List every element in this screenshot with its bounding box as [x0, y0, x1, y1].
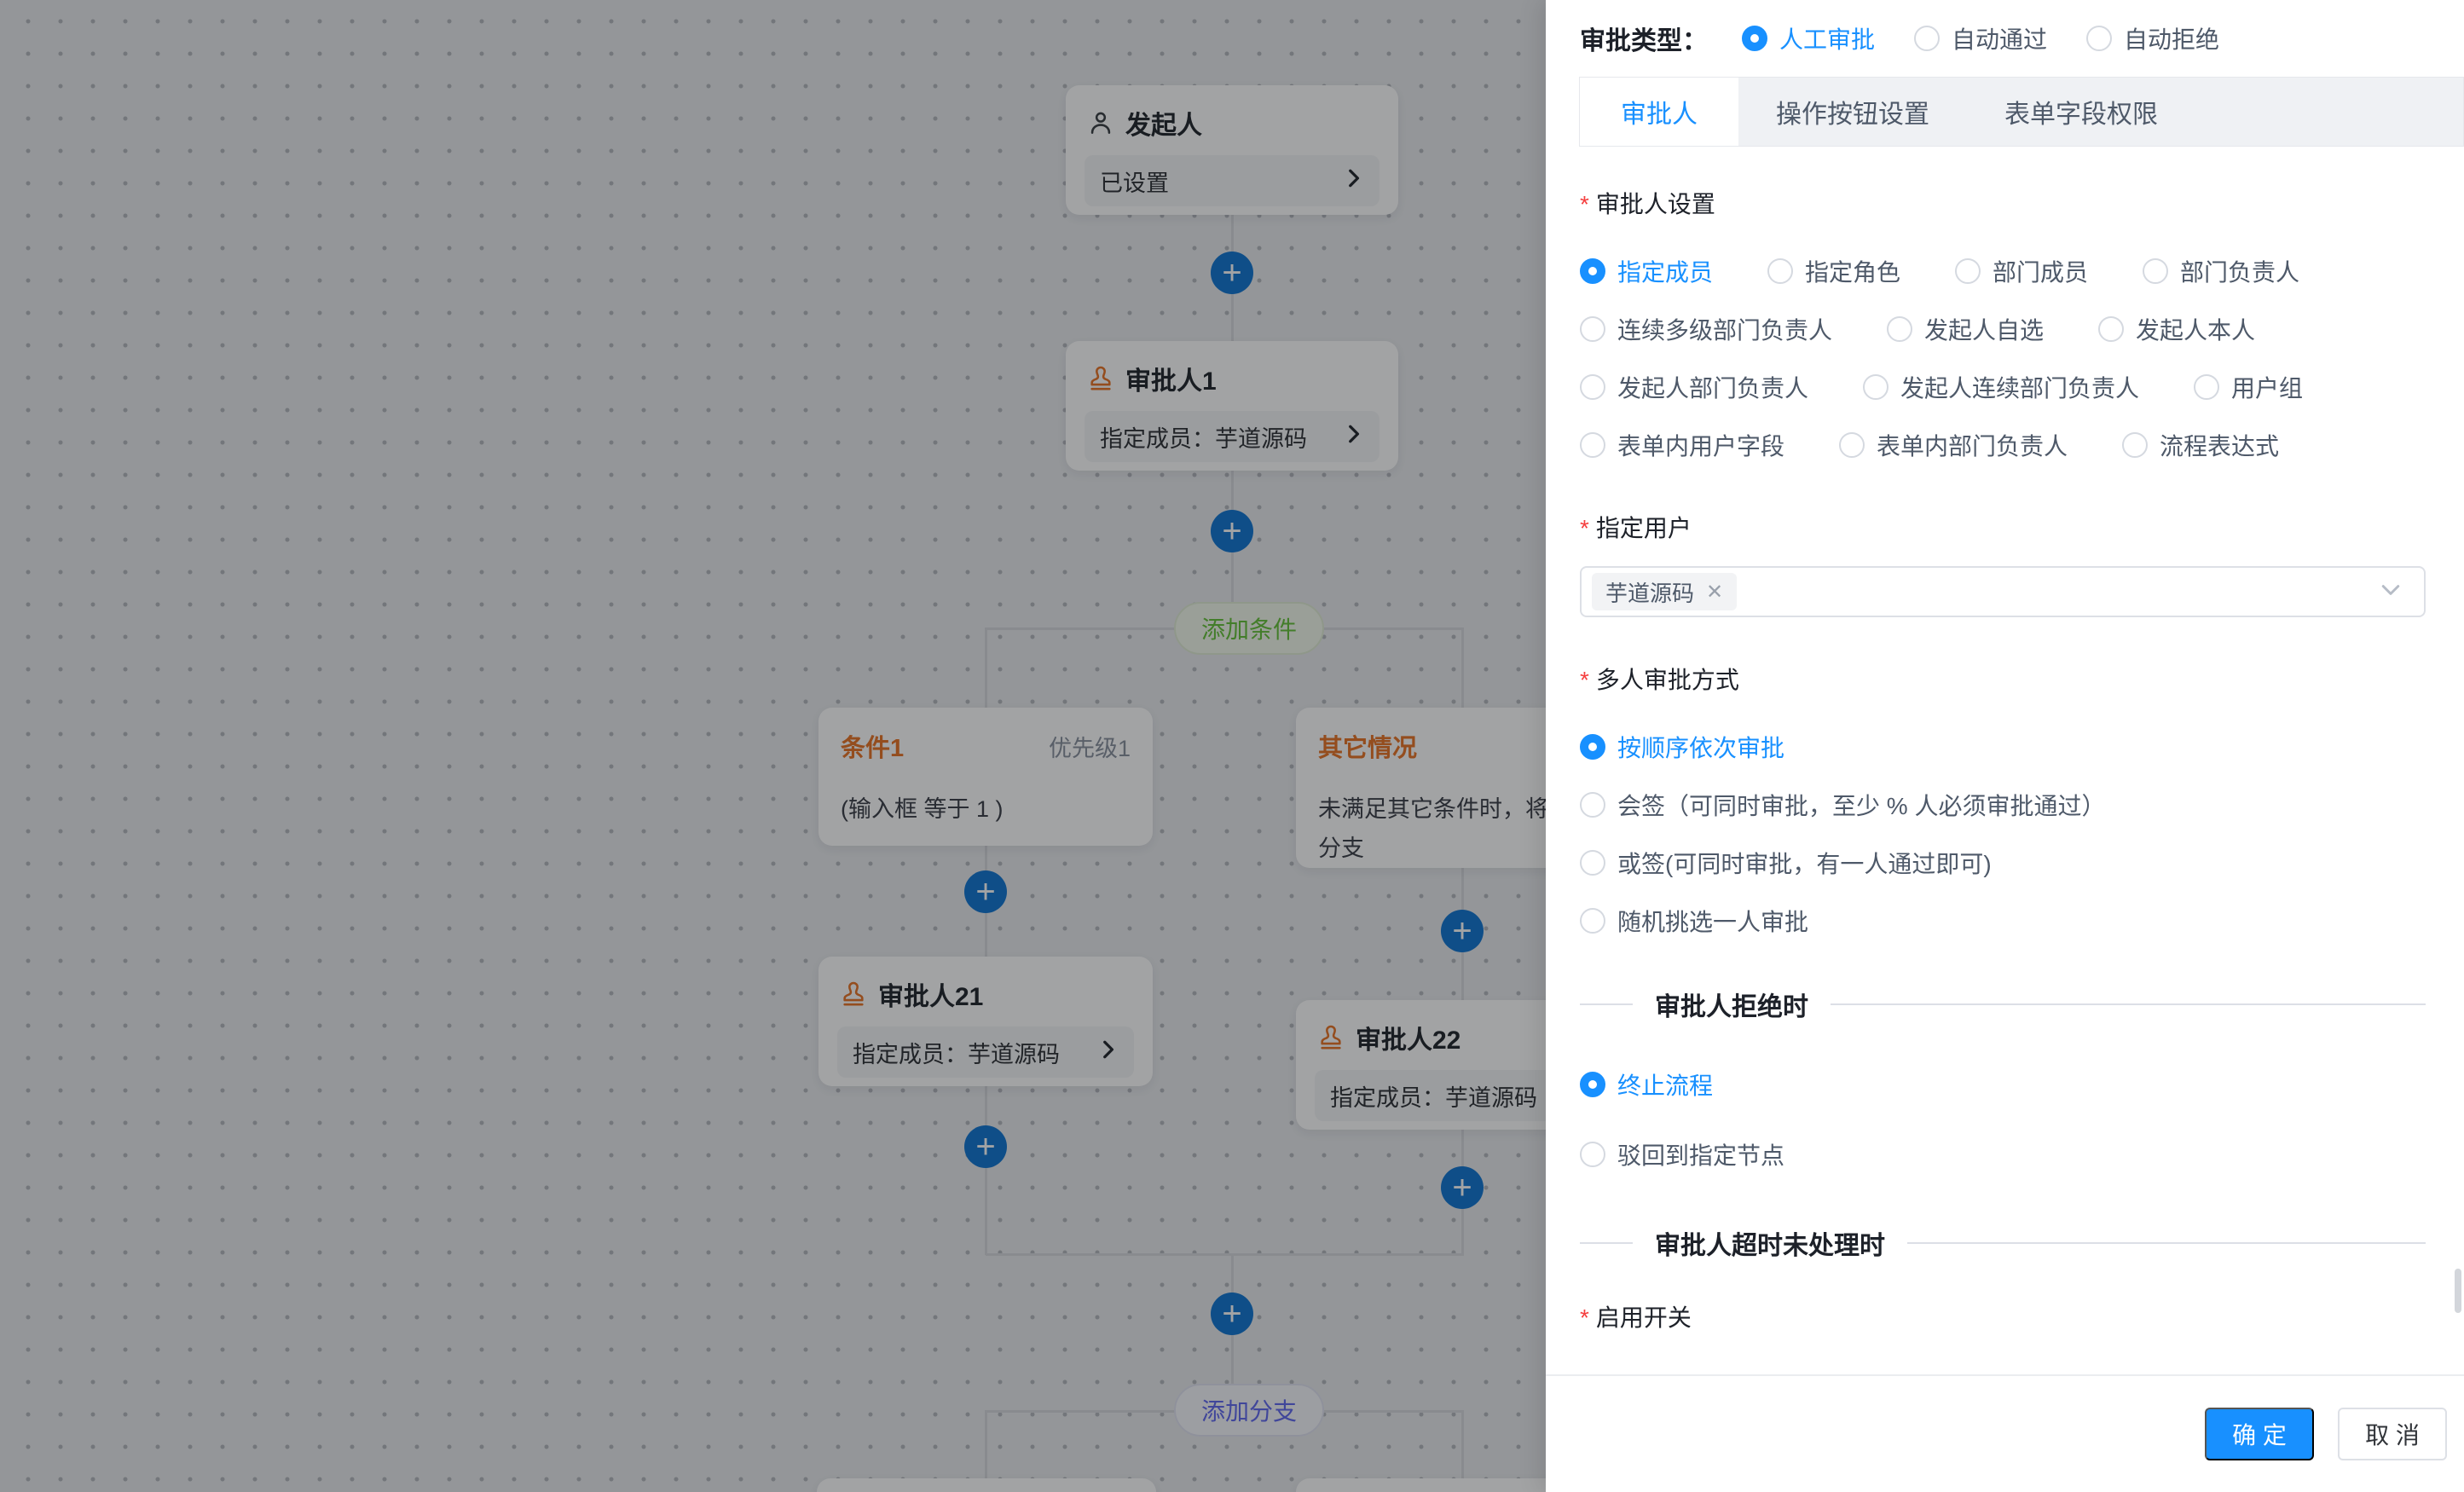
radio-icon [1863, 374, 1888, 400]
tag-close-icon[interactable]: ✕ [1706, 580, 1723, 604]
radio-auto-reject[interactable]: 自动拒绝 [2086, 21, 2219, 55]
radio-icon [1580, 908, 1605, 934]
radio-icon [1839, 432, 1865, 458]
approver-setting-options-row: 发起人部门负责人 发起人连续部门负责人 用户组 [1580, 370, 2426, 404]
drawer-body[interactable]: 审批人设置 指定成员 指定角色 部门成员 部门负责人 连续多级部门负责人 [1546, 147, 2464, 1345]
radio-icon [1580, 374, 1605, 400]
radio-manual-approve[interactable]: 人工审批 [1742, 21, 1875, 55]
radio-form-dept-leader[interactable]: 表单内部门负责人 [1839, 428, 2068, 462]
radio-process-expression[interactable]: 流程表达式 [2122, 428, 2279, 462]
radio-initiator-dept-leader[interactable]: 发起人部门负责人 [1580, 370, 1808, 404]
approver-setting-options-row: 表单内用户字段 表单内部门负责人 流程表达式 [1580, 428, 2426, 462]
timeout-divider: 审批人超时未处理时 [1580, 1224, 2426, 1262]
radio-initiator-choose[interactable]: 发起人自选 [1887, 312, 2044, 346]
approver-setting-label: 审批人设置 [1580, 186, 2426, 220]
radio-icon [2122, 432, 2148, 458]
multi-mode-option: 随机挑选一人审批 [1580, 904, 2426, 938]
scrollbar-thumb[interactable] [2455, 1269, 2461, 1313]
radio-icon [1742, 26, 1767, 51]
radio-icon [2086, 26, 2112, 51]
assign-user-label: 指定用户 [1580, 510, 2426, 544]
radio-dept-leader[interactable]: 部门负责人 [2143, 254, 2299, 288]
selected-user-tag: 芋道源码 ✕ [1592, 573, 1737, 610]
cancel-button[interactable]: 取 消 [2338, 1408, 2447, 1460]
confirm-button[interactable]: 确 定 [2205, 1408, 2314, 1460]
approver-setting-options-row: 指定成员 指定角色 部门成员 部门负责人 [1580, 254, 2426, 288]
radio-user-group[interactable]: 用户组 [2194, 370, 2303, 404]
radio-icon [1580, 1072, 1605, 1097]
radio-dept-member[interactable]: 部门成员 [1955, 254, 2088, 288]
radio-countersign[interactable]: 会签（可同时审批，至少 % 人必须审批通过） [1580, 788, 2105, 822]
radio-form-user-field[interactable]: 表单内用户字段 [1580, 428, 1784, 462]
assign-user-select[interactable]: 芋道源码 ✕ [1580, 566, 2426, 617]
radio-icon [1914, 26, 1940, 51]
radio-icon [1580, 432, 1605, 458]
approver-setting-options-row: 连续多级部门负责人 发起人自选 发起人本人 [1580, 312, 2426, 346]
reject-divider: 审批人拒绝时 [1580, 986, 2426, 1023]
workflow-designer-page: 发起人 已设置 + 审批人1 指定成员：芋道源码 [0, 0, 2464, 1492]
radio-return-to-node[interactable]: 驳回到指定节点 [1580, 1137, 1784, 1171]
tab-button-settings[interactable]: 操作按钮设置 [1738, 78, 1967, 146]
radio-icon [2194, 374, 2219, 400]
reject-option: 终止流程 [1580, 1067, 2426, 1102]
multi-mode-label: 多人审批方式 [1580, 662, 2426, 696]
tab-form-permissions[interactable]: 表单字段权限 [1967, 78, 2195, 146]
multi-mode-option: 或签(可同时审批，有一人通过即可) [1580, 846, 2426, 880]
radio-multi-level-dept-leader[interactable]: 连续多级部门负责人 [1580, 312, 1832, 346]
radio-icon [1580, 316, 1605, 342]
radio-terminate-process[interactable]: 终止流程 [1580, 1067, 1713, 1102]
drawer-footer: 确 定 取 消 [1546, 1374, 2464, 1492]
radio-icon [1580, 792, 1605, 818]
radio-icon [2143, 258, 2168, 284]
radio-assigned-role[interactable]: 指定角色 [1767, 254, 1900, 288]
radio-icon [2098, 316, 2124, 342]
radio-icon [1580, 258, 1605, 284]
radio-icon [1580, 1142, 1605, 1167]
config-tabs: 审批人 操作按钮设置 表单字段权限 [1579, 77, 2464, 147]
radio-initiator-multi-dept-leader[interactable]: 发起人连续部门负责人 [1863, 370, 2139, 404]
approve-type-label: 审批类型： [1580, 20, 1708, 57]
multi-mode-option: 按顺序依次审批 [1580, 730, 2426, 764]
radio-random-one[interactable]: 随机挑选一人审批 [1580, 904, 1808, 938]
reject-option: 驳回到指定节点 [1580, 1137, 2426, 1171]
approver-config-drawer: 审批类型： 人工审批 自动通过 自动拒绝 审批人 操作按钮设置 [1546, 0, 2464, 1492]
radio-assigned-member[interactable]: 指定成员 [1580, 254, 1713, 288]
enable-switch-label: 启用开关 [1580, 1299, 2426, 1333]
radio-sequential-approve[interactable]: 按顺序依次审批 [1580, 730, 1784, 764]
radio-icon [1767, 258, 1793, 284]
radio-auto-pass[interactable]: 自动通过 [1914, 21, 2047, 55]
approve-type-row: 审批类型： 人工审批 自动通过 自动拒绝 [1546, 0, 2464, 77]
chevron-down-icon [2378, 577, 2403, 607]
radio-initiator-self[interactable]: 发起人本人 [2098, 312, 2255, 346]
multi-mode-option: 会签（可同时审批，至少 % 人必须审批通过） [1580, 788, 2426, 822]
radio-icon [1955, 258, 1981, 284]
tab-approver[interactable]: 审批人 [1580, 78, 1738, 146]
radio-icon [1887, 316, 1912, 342]
radio-icon [1580, 734, 1605, 760]
radio-orsign[interactable]: 或签(可同时审批，有一人通过即可) [1580, 846, 1992, 880]
radio-icon [1580, 850, 1605, 876]
